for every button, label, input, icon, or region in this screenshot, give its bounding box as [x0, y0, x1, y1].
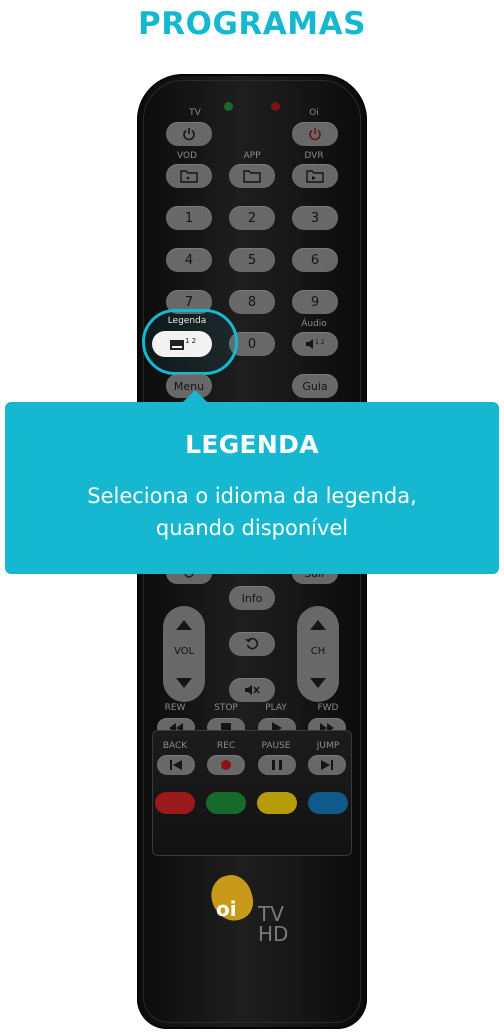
guia-button[interactable]: Guia [292, 374, 338, 398]
folder-icon [306, 170, 324, 183]
dvr-button[interactable] [292, 164, 338, 188]
jump-button[interactable] [308, 755, 346, 775]
label-fwd: FWD [317, 703, 339, 713]
ch-label: CH [310, 646, 326, 657]
key-4[interactable]: 4 [166, 248, 212, 272]
svg-text:1 2: 1 2 [185, 337, 196, 345]
vod-button[interactable] [166, 164, 212, 188]
logo-brand: oi [216, 897, 237, 921]
volume-down-icon [176, 678, 192, 688]
red-button[interactable] [155, 792, 195, 814]
logo-tv-hd: TV HD [258, 904, 288, 944]
power-icon [309, 128, 321, 141]
label-play: PLAY [265, 703, 287, 713]
channel-up-icon [310, 620, 326, 630]
label-oi: Oi [309, 108, 319, 118]
key-2[interactable]: 2 [229, 206, 275, 230]
label-vod: VOD [176, 151, 197, 161]
speaker-language-icon: 1 2 [306, 339, 325, 349]
label-dvr: DVR [304, 151, 324, 161]
tooltip-description: Seleciona o idioma da legenda, quando di… [25, 480, 479, 544]
info-button[interactable]: Info [229, 586, 275, 610]
label-back: BACK [162, 741, 188, 751]
green-led-icon [224, 102, 233, 111]
pause-icon [272, 760, 282, 770]
label-rec: REC [216, 741, 236, 751]
key-1[interactable]: 1 [166, 206, 212, 230]
logo-hd-text: HD [258, 922, 289, 946]
blue-button[interactable] [308, 792, 348, 814]
svg-text:1 2: 1 2 [315, 339, 325, 346]
key-3[interactable]: 3 [292, 206, 338, 230]
page-title: PROGRAMAS [138, 6, 366, 42]
folder-icon [243, 170, 261, 183]
mute-icon [245, 685, 260, 695]
power-icon [183, 128, 195, 141]
label-audio: Áudio [301, 319, 327, 329]
tv-power-button[interactable] [166, 122, 212, 146]
label-stop: STOP [214, 703, 238, 713]
logo-tv-text: TV [258, 902, 284, 926]
red-led-icon [271, 102, 280, 111]
folder-icon [180, 170, 198, 183]
volume-up-icon [176, 620, 192, 630]
oi-power-button[interactable] [292, 122, 338, 146]
key-9[interactable]: 9 [292, 290, 338, 314]
tooltip-line-2: quando disponível [155, 516, 349, 540]
subtitle-icon: 1 2 [170, 337, 196, 350]
legenda-button[interactable]: 1 2 [152, 331, 212, 357]
tooltip-arrow [183, 390, 207, 402]
legenda-tooltip: LEGENDA Seleciona o idioma da legenda, q… [5, 390, 499, 574]
yellow-button[interactable] [257, 792, 297, 814]
label-legenda: Legenda [167, 316, 207, 326]
volume-rocker[interactable]: VOL [163, 606, 205, 702]
label-jump: JUMP [316, 741, 340, 751]
pause-button[interactable] [258, 755, 296, 775]
skip-back-icon [170, 760, 182, 770]
app-button[interactable] [229, 164, 275, 188]
key-6[interactable]: 6 [292, 248, 338, 272]
audio-button[interactable]: 1 2 [292, 332, 338, 356]
record-icon [221, 760, 231, 770]
return-icon [245, 637, 259, 650]
key-5[interactable]: 5 [229, 248, 275, 272]
green-button[interactable] [206, 792, 246, 814]
label-rew: REW [164, 703, 186, 713]
label-app: APP [243, 151, 261, 161]
label-tv: TV [189, 108, 201, 118]
key-8[interactable]: 8 [229, 290, 275, 314]
vol-label: VOL [173, 646, 195, 657]
back-button[interactable] [157, 755, 195, 775]
mute-button[interactable] [229, 678, 275, 702]
return-button[interactable] [229, 632, 275, 656]
skip-forward-icon [321, 760, 333, 770]
tooltip-title: LEGENDA [185, 430, 319, 459]
channel-down-icon [310, 678, 326, 688]
label-pause: PAUSE [261, 741, 291, 751]
channel-rocker[interactable]: CH [297, 606, 339, 702]
tooltip-line-1: Seleciona o idioma da legenda, [87, 484, 417, 508]
record-button[interactable] [207, 755, 245, 775]
